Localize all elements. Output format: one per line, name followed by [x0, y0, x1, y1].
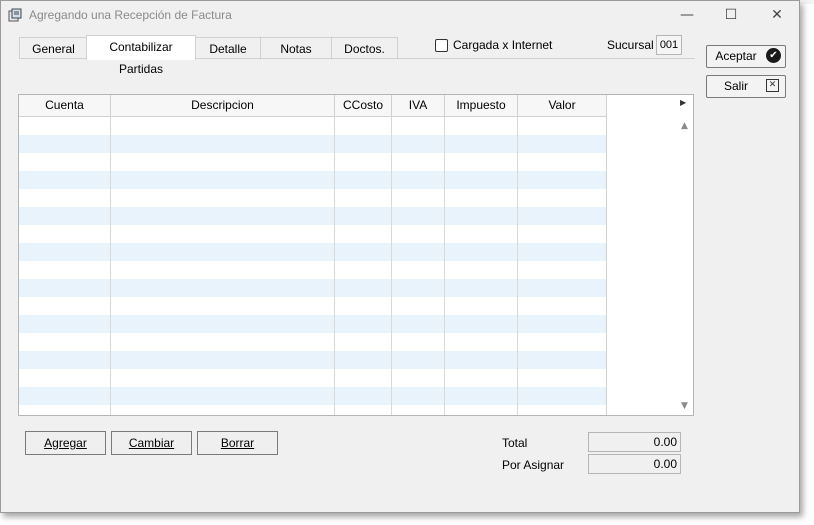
- column-divider: [517, 116, 518, 415]
- scroll-down-icon[interactable]: ▼: [681, 401, 688, 411]
- pending-label: Por Asignar: [502, 458, 565, 472]
- column-divider: [334, 116, 335, 415]
- tab-contabilizar-partidas[interactable]: Contabilizar Partidas: [86, 35, 196, 76]
- column-header-valor[interactable]: Valor: [518, 95, 607, 116]
- column-divider: [391, 116, 392, 415]
- minimize-button[interactable]: —: [673, 4, 701, 26]
- partidas-table[interactable]: Cuenta Descripcion CCosto IVA Impuesto V…: [18, 94, 694, 416]
- table-header: Cuenta Descripcion CCosto IVA Impuesto V…: [19, 95, 607, 117]
- column-header-impuesto[interactable]: Impuesto: [445, 95, 518, 116]
- sucursal-field[interactable]: 001: [656, 35, 682, 55]
- pending-field: 0.00: [588, 454, 681, 474]
- total-value: 0.00: [653, 435, 677, 449]
- column-header-descripcion[interactable]: Descripcion: [111, 95, 335, 116]
- check-circle-icon: ✔: [766, 48, 781, 63]
- app-icon: [8, 8, 22, 22]
- change-button-label: Cambiar: [128, 436, 175, 450]
- add-button-label: Agregar: [44, 436, 87, 450]
- column-divider: [110, 116, 111, 415]
- tab-notas[interactable]: Notas: [260, 37, 332, 59]
- close-box-icon: ✕: [766, 79, 779, 92]
- dialog-window: Agregando una Recepción de Factura — ☐ ✕…: [0, 0, 800, 513]
- tab-general[interactable]: General: [19, 37, 88, 59]
- sucursal-label: Sucursal: [607, 38, 654, 52]
- window-title: Agregando una Recepción de Factura: [29, 8, 232, 22]
- exit-button[interactable]: Salir ✕: [706, 75, 786, 98]
- change-button[interactable]: Cambiar: [111, 431, 192, 455]
- total-label: Total: [502, 436, 528, 450]
- column-divider: [444, 116, 445, 415]
- exit-button-label: Salir: [723, 79, 748, 93]
- column-header-iva[interactable]: IVA: [392, 95, 445, 116]
- scroll-up-icon[interactable]: ▲: [681, 121, 688, 131]
- tab-doctos[interactable]: Doctos.: [331, 37, 398, 59]
- title-bar: Agregando una Recepción de Factura — ☐ ✕: [1, 1, 799, 29]
- scroll-right-icon[interactable]: ▶: [680, 98, 686, 107]
- column-divider: [606, 95, 607, 415]
- accept-button[interactable]: Aceptar ✔: [706, 45, 786, 68]
- total-field: 0.00: [588, 432, 681, 452]
- column-header-ccosto[interactable]: CCosto: [335, 95, 392, 116]
- internet-checkbox[interactable]: [435, 39, 448, 52]
- accept-button-label: Aceptar: [715, 49, 757, 63]
- column-header-cuenta[interactable]: Cuenta: [19, 95, 111, 116]
- internet-checkbox-label: Cargada x Internet: [453, 38, 553, 52]
- maximize-button[interactable]: ☐: [717, 4, 745, 26]
- close-button[interactable]: ✕: [763, 4, 791, 26]
- add-button[interactable]: Agregar: [25, 431, 106, 455]
- tab-detalle[interactable]: Detalle: [195, 37, 261, 59]
- delete-button-label: Borrar: [220, 436, 255, 450]
- pending-value: 0.00: [653, 457, 677, 471]
- delete-button[interactable]: Borrar: [197, 431, 278, 455]
